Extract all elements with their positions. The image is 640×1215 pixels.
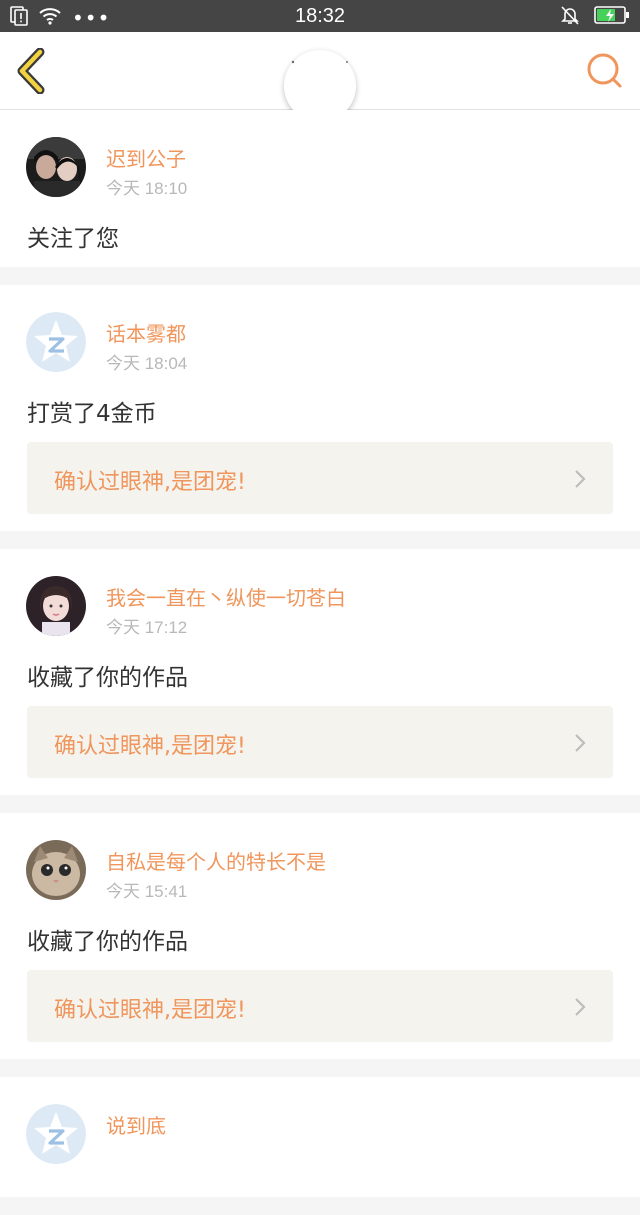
notification-item[interactable]: 话本雾都 今天 18:04 打赏了4金币 确认过眼神,是团宠! bbox=[0, 285, 640, 531]
back-button[interactable] bbox=[14, 47, 54, 95]
chevron-right-icon bbox=[573, 996, 587, 1018]
action-text: 收藏了你的作品 bbox=[27, 665, 188, 691]
status-time: 18:32 bbox=[294, 5, 346, 27]
avatar[interactable] bbox=[26, 312, 86, 372]
search-icon bbox=[586, 53, 624, 94]
timestamp: 今天 15:41 bbox=[106, 882, 188, 901]
work-link[interactable]: 确认过眼神,是团宠! bbox=[27, 442, 613, 514]
action-text: 打赏了4金币 bbox=[27, 401, 157, 427]
notification-item[interactable]: 迟到公子 今天 18:10 关注了您 bbox=[0, 110, 640, 267]
notification-item[interactable]: 我会一直在丶纵使一切苍白 今天 17:12 收藏了你的作品 确认过眼神,是团宠! bbox=[0, 549, 640, 795]
chevron-right-icon bbox=[573, 468, 587, 490]
user-name[interactable]: 迟到公子 bbox=[106, 143, 186, 172]
chevron-right-icon bbox=[573, 732, 587, 754]
notification-list: 迟到公子 今天 18:10 关注了您 话本雾都 今天 18:04 打赏了4金币 … bbox=[0, 110, 640, 1215]
work-title: 确认过眼神,是团宠! bbox=[54, 734, 246, 759]
timestamp: 今天 18:04 bbox=[106, 354, 188, 373]
battery-icon bbox=[594, 5, 630, 29]
search-button[interactable] bbox=[586, 52, 624, 90]
work-title: 确认过眼神,是团宠! bbox=[54, 470, 246, 495]
chevron-left-icon bbox=[14, 47, 54, 98]
status-bar: ••• 18:32 bbox=[0, 0, 640, 32]
user-name[interactable]: 我会一直在丶纵使一切苍白 bbox=[106, 582, 346, 611]
work-title: 确认过眼神,是团宠! bbox=[54, 998, 246, 1023]
action-text: 收藏了你的作品 bbox=[27, 929, 188, 955]
work-link[interactable]: 确认过眼神,是团宠! bbox=[27, 970, 613, 1042]
avatar[interactable] bbox=[26, 576, 86, 636]
timestamp: 今天 17:12 bbox=[106, 618, 188, 637]
notification-item[interactable]: 自私是每个人的特长不是 今天 15:41 收藏了你的作品 确认过眼神,是团宠! bbox=[0, 813, 640, 1059]
notification-item[interactable]: 说到底 bbox=[0, 1077, 640, 1197]
user-name[interactable]: 自私是每个人的特长不是 bbox=[106, 846, 326, 875]
avatar[interactable] bbox=[26, 137, 86, 197]
action-text: 关注了您 bbox=[27, 226, 119, 252]
timestamp: 今天 18:10 bbox=[106, 179, 188, 198]
work-link[interactable]: 确认过眼神,是团宠! bbox=[27, 706, 613, 778]
mute-icon bbox=[560, 5, 580, 29]
avatar[interactable] bbox=[26, 1104, 86, 1164]
user-name[interactable]: 话本雾都 bbox=[106, 318, 186, 347]
user-name[interactable]: 说到底 bbox=[106, 1110, 166, 1139]
avatar[interactable] bbox=[26, 840, 86, 900]
